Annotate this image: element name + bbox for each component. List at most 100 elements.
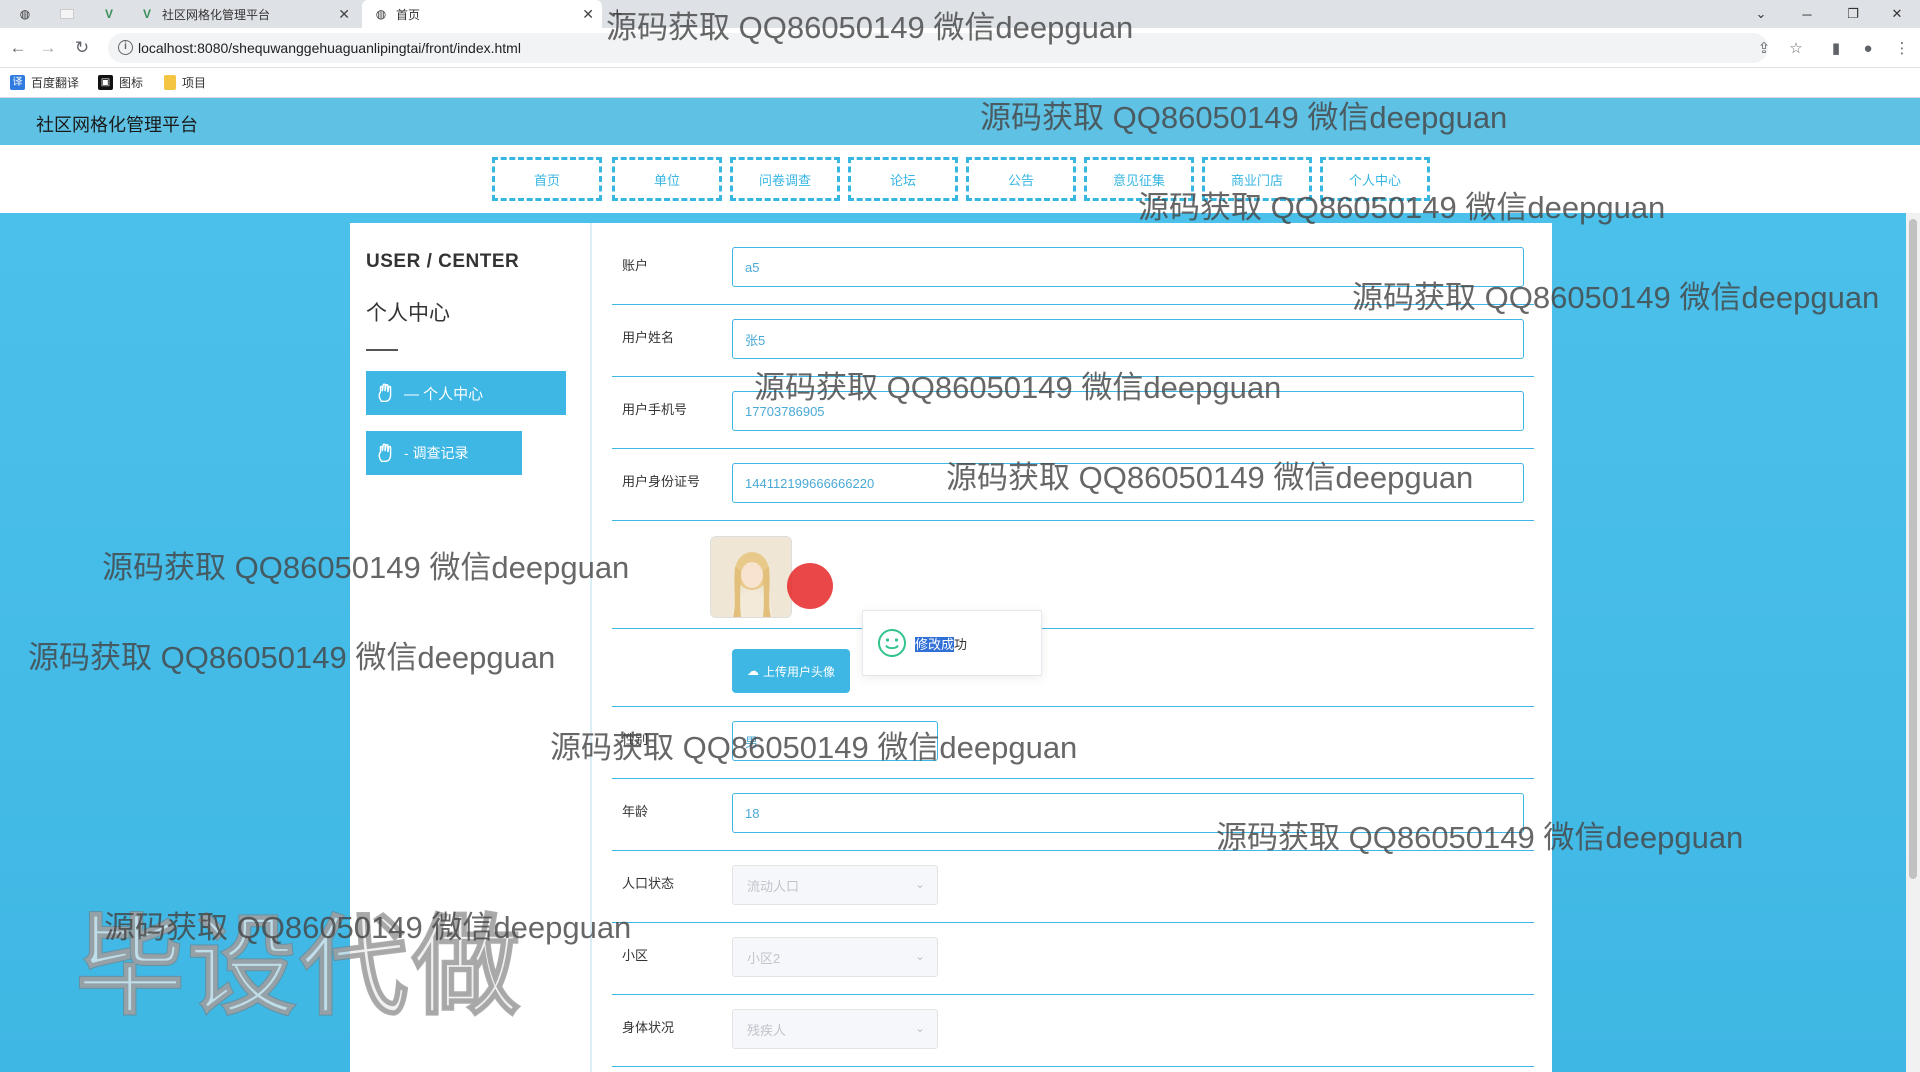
menu-icon[interactable]: ⋮ xyxy=(1890,36,1914,60)
cloud-upload-icon: ☁ xyxy=(746,664,759,678)
profile-icon[interactable]: ● xyxy=(1856,36,1880,60)
form-row-health: 身体状况 残疾人 ⌄ xyxy=(612,997,1534,1067)
reload-icon[interactable]: ↻ xyxy=(70,36,94,60)
nav-notice[interactable]: 公告 xyxy=(966,157,1076,201)
field-label: 身体状况 xyxy=(622,1020,675,1035)
field-label: 性别 xyxy=(622,732,649,747)
close-tab-icon[interactable]: ✕ xyxy=(338,6,350,23)
hand-icon xyxy=(374,381,398,405)
chevron-down-icon: ⌄ xyxy=(914,877,925,891)
new-tab-button[interactable]: + xyxy=(612,0,636,28)
age-input[interactable]: 18 xyxy=(732,793,1524,833)
divider xyxy=(366,349,398,351)
tab-title: 社区网格化管理平台 xyxy=(162,7,271,22)
nav-forum[interactable]: 论坛 xyxy=(848,157,958,201)
form-row-gender: 性别 男 xyxy=(612,709,1534,779)
sidebar-title-en: USER / CENTER xyxy=(366,251,520,272)
bookmark-label: 百度翻译 xyxy=(31,76,80,90)
site-header: 社区网格化管理平台 xyxy=(0,98,1920,145)
page-scrollbar[interactable] xyxy=(1906,213,1920,1072)
info-icon[interactable]: i xyxy=(118,40,133,55)
restore-button[interactable]: ❐ xyxy=(1830,0,1876,28)
minimize-button[interactable]: ─ xyxy=(1784,0,1830,28)
url-text: localhost:8080/shequwanggehuaguanlipingt… xyxy=(138,40,521,56)
vue-logo-icon: V xyxy=(104,7,113,21)
form-row-age: 年龄 18 xyxy=(612,781,1534,851)
close-window-button[interactable]: ✕ xyxy=(1874,0,1920,28)
vue-logo-icon: V xyxy=(142,7,151,21)
field-label: 人口状态 xyxy=(622,876,675,891)
field-label: 用户姓名 xyxy=(622,330,675,345)
toast-selected-text: 修改成 xyxy=(915,636,955,652)
bookmarks-bar: 译 百度翻译 ▣ 图标 项目 xyxy=(0,68,1920,98)
sidebar-item-survey-records[interactable]: - 调查记录 xyxy=(366,431,522,475)
back-icon[interactable]: ← xyxy=(6,36,30,60)
toast-text: 功 xyxy=(954,636,968,652)
share-icon[interactable]: ⇪ xyxy=(1752,36,1776,60)
form-row-community: 小区 小区2 ⌄ xyxy=(612,925,1534,995)
close-tab-icon[interactable]: ✕ xyxy=(582,6,594,23)
population-select[interactable]: 流动人口 ⌄ xyxy=(732,865,938,905)
bookmark-item[interactable]: 译 百度翻译 xyxy=(10,74,79,91)
forward-icon[interactable]: → xyxy=(36,36,60,60)
hand-icon xyxy=(374,441,398,465)
field-label: 年龄 xyxy=(622,804,649,819)
nav-feedback[interactable]: 意见征集 xyxy=(1084,157,1194,201)
tab-search-icon[interactable]: ⌄ xyxy=(1738,0,1784,28)
field-label: 小区 xyxy=(622,948,649,963)
bookmark-label: 图标 xyxy=(119,76,144,90)
browser-tab-bar: ◍ V V 社区网格化管理平台 ✕ ◍ 首页 ✕ + ⌄ ─ ❐ ✕ xyxy=(0,0,1920,28)
nav-shops[interactable]: 商业门店 xyxy=(1202,157,1312,201)
sidebar-item-user-center[interactable]: — 个人中心 xyxy=(366,371,566,415)
globe-icon: ◍ xyxy=(19,7,31,21)
url-field[interactable]: i localhost:8080/shequwanggehuaguanlipin… xyxy=(108,33,1768,63)
nav-home[interactable]: 首页 xyxy=(492,157,602,201)
profile-form-panel: 账户 a5 用户姓名 张5 用户手机号 17703786905 用户身份证号 1… xyxy=(590,223,1552,1072)
scrollbar-thumb[interactable] xyxy=(1909,219,1917,879)
avatar[interactable] xyxy=(710,536,792,618)
idcard-input[interactable]: 144112199666666220 xyxy=(732,463,1524,503)
sidepanel-icon[interactable]: ▮ xyxy=(1824,36,1848,60)
smile-icon xyxy=(878,629,906,657)
form-row-name: 用户姓名 张5 xyxy=(612,307,1534,377)
cursor-highlight xyxy=(787,563,833,609)
globe-icon: ◍ xyxy=(375,7,387,21)
nav-unit[interactable]: 单位 xyxy=(612,157,722,201)
select-value: 残疾人 xyxy=(747,1022,787,1038)
select-value: 流动人口 xyxy=(747,878,800,894)
browser-tab[interactable] xyxy=(48,0,84,28)
field-label: 用户手机号 xyxy=(622,402,688,417)
site-nav: 首页 单位 问卷调查 论坛 公告 意见征集 商业门店 个人中心 xyxy=(0,145,1920,213)
community-select[interactable]: 小区2 ⌄ xyxy=(732,937,938,977)
sidebar-item-label: - 调查记录 xyxy=(404,445,469,461)
browser-tab[interactable]: V 社区网格化管理平台 ✕ xyxy=(128,0,358,28)
form-row-idcard: 用户身份证号 144112199666666220 xyxy=(612,451,1534,521)
nav-user-center[interactable]: 个人中心 xyxy=(1320,157,1430,201)
nav-survey[interactable]: 问卷调查 xyxy=(730,157,840,201)
health-select[interactable]: 残疾人 ⌄ xyxy=(732,1009,938,1049)
field-label: 用户身份证号 xyxy=(622,474,701,489)
form-row-population: 人口状态 流动人口 ⌄ xyxy=(612,853,1534,923)
form-row-account: 账户 a5 xyxy=(612,237,1534,305)
browser-tab[interactable]: V xyxy=(90,0,126,28)
account-input[interactable]: a5 xyxy=(732,247,1524,287)
phone-input[interactable]: 17703786905 xyxy=(732,391,1524,431)
bookmark-item[interactable]: ▣ 图标 xyxy=(98,74,143,91)
chevron-down-icon: ⌄ xyxy=(914,1021,925,1035)
folder-icon xyxy=(164,75,176,90)
bookmark-label: 项目 xyxy=(182,76,207,90)
gender-select[interactable]: 男 xyxy=(732,721,938,761)
browser-tab-active[interactable]: ◍ 首页 ✕ xyxy=(362,0,602,28)
upload-avatar-button[interactable]: ☁ 上传用户头像 xyxy=(732,649,850,693)
sidebar-item-label: — 个人中心 xyxy=(404,385,484,403)
field-label: 账户 xyxy=(622,258,649,273)
upload-label: 上传用户头像 xyxy=(762,664,835,679)
select-value: 小区2 xyxy=(747,950,781,966)
browser-tab[interactable]: ◍ xyxy=(6,0,42,28)
name-input[interactable]: 张5 xyxy=(732,319,1524,359)
chevron-down-icon: ⌄ xyxy=(914,949,925,963)
form-row-phone: 用户手机号 17703786905 xyxy=(612,379,1534,449)
success-toast: 修改成功 xyxy=(862,610,1042,676)
star-icon[interactable]: ☆ xyxy=(1784,36,1808,60)
bookmark-item[interactable]: 项目 xyxy=(164,74,206,91)
